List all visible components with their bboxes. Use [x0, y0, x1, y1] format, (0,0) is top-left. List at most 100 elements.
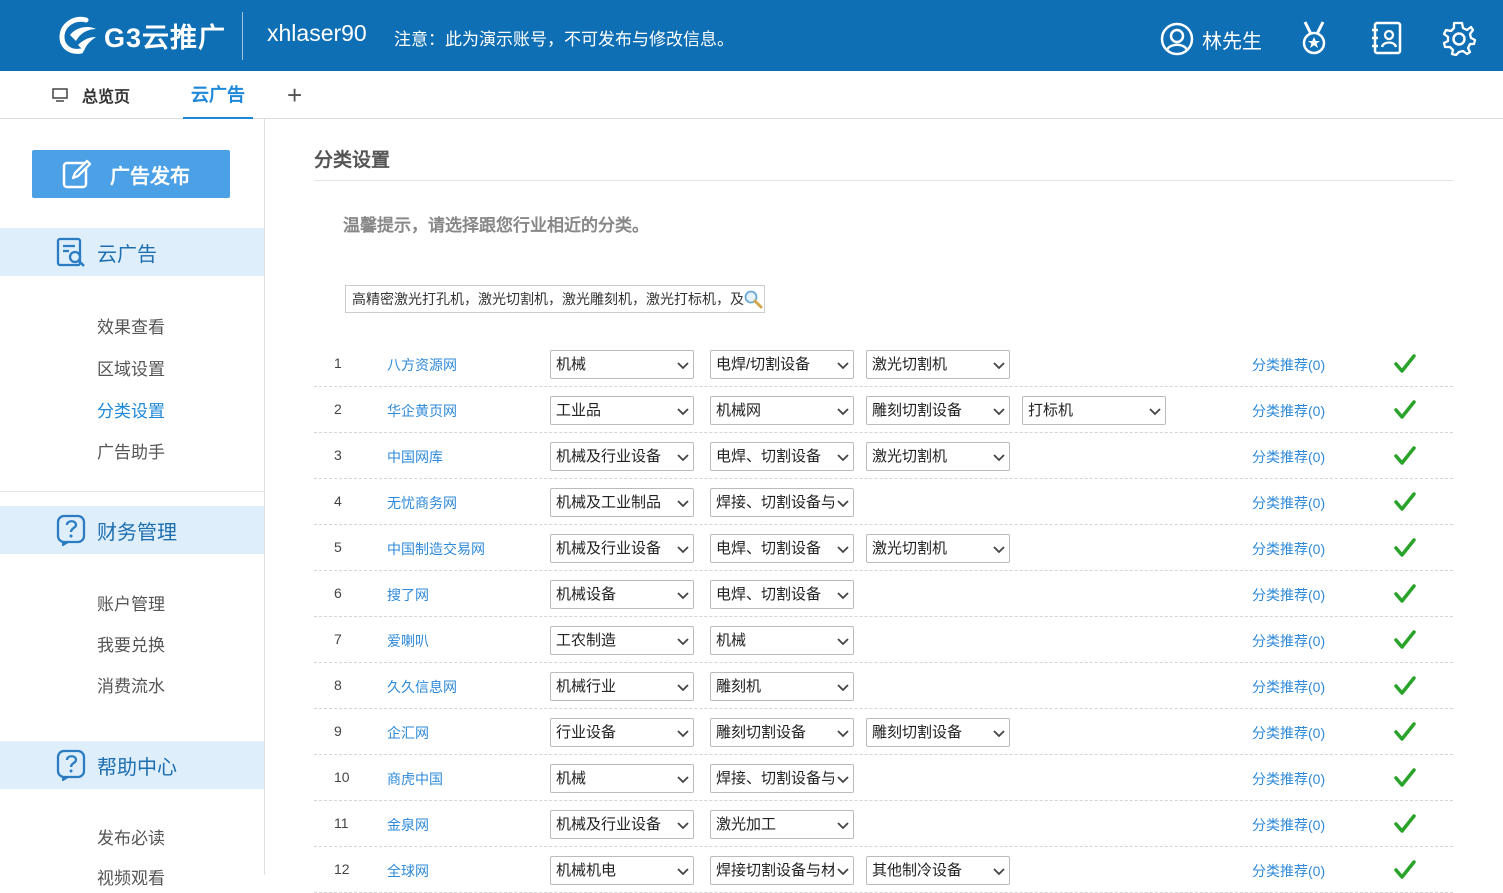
tab-cloud-ad[interactable]: 云广告	[183, 71, 253, 119]
publish-ad-label: 广告发布	[110, 165, 190, 188]
site-link[interactable]: 爱喇叭	[387, 631, 429, 651]
category-select[interactable]: 机械网	[710, 396, 854, 425]
category-recommend-link[interactable]: 分类推荐(0)	[1252, 769, 1325, 789]
category-select[interactable]: 机械及行业设备	[550, 442, 694, 471]
category-select[interactable]: 雕刻机	[710, 672, 854, 701]
category-select[interactable]: 机械	[710, 626, 854, 655]
site-link[interactable]: 无忧商务网	[387, 493, 457, 513]
add-tab-button[interactable]: +	[287, 71, 302, 119]
search-icon[interactable]	[743, 289, 763, 309]
category-select[interactable]: 机械行业	[550, 672, 694, 701]
chevron-down-icon	[837, 408, 849, 416]
publish-ad-button[interactable]: 广告发布	[32, 150, 230, 198]
category-select[interactable]: 工农制造	[550, 626, 694, 655]
category-select[interactable]: 雕刻切割设备	[710, 718, 854, 747]
category-recommend-link[interactable]: 分类推荐(0)	[1252, 677, 1325, 697]
category-select[interactable]: 焊接切割设备与材	[710, 856, 854, 885]
category-recommend-link[interactable]: 分类推荐(0)	[1252, 447, 1325, 467]
category-recommend-link[interactable]: 分类推荐(0)	[1252, 861, 1325, 881]
site-link[interactable]: 中国网库	[387, 447, 443, 467]
category-recommend-link[interactable]: 分类推荐(0)	[1252, 539, 1325, 559]
category-recommend-link[interactable]: 分类推荐(0)	[1252, 723, 1325, 743]
contacts-icon[interactable]	[1370, 20, 1404, 56]
category-select[interactable]: 雕刻切割设备	[866, 396, 1010, 425]
sidebar-item-video[interactable]: 视频观看	[97, 864, 165, 889]
category-select[interactable]: 机械机电	[550, 856, 694, 885]
category-select[interactable]: 机械设备	[550, 580, 694, 609]
chevron-down-icon	[677, 408, 689, 416]
sidebar-item-guide[interactable]: 发布必读	[97, 824, 165, 849]
category-select-value: 机械机电	[556, 862, 617, 879]
category-select-value: 焊接切割设备与材	[716, 862, 834, 879]
check-icon	[1394, 446, 1416, 465]
category-select[interactable]: 激光加工	[710, 810, 854, 839]
sidebar-item-assistant[interactable]: 广告助手	[97, 438, 165, 463]
category-select[interactable]: 电焊、切割设备	[710, 534, 854, 563]
sidebar-item-category[interactable]: 分类设置	[97, 397, 165, 422]
top-bar: G3云推广 xhlaser90 注意：此为演示账号，不可发布与修改信息。 林先生	[0, 0, 1503, 71]
table-row: 2 华企黄页网 工业品 机械网 雕刻切割设备 打标机 分类推荐(0)	[314, 387, 1453, 433]
sidebar-item-region[interactable]: 区域设置	[97, 355, 165, 380]
section-finance[interactable]: 财务管理	[0, 506, 264, 554]
category-recommend-link[interactable]: 分类推荐(0)	[1252, 585, 1325, 605]
category-recommend-link[interactable]: 分类推荐(0)	[1252, 493, 1325, 513]
site-link[interactable]: 搜了网	[387, 585, 429, 605]
chevron-down-icon	[837, 822, 849, 830]
category-select[interactable]: 机械及工业制品	[550, 488, 694, 517]
section-cloud-ad[interactable]: 云广告	[0, 228, 264, 276]
category-select[interactable]: 焊接、切割设备与	[710, 488, 854, 517]
logo[interactable]: G3云推广	[56, 14, 226, 56]
keyword-input[interactable]: 高精密激光打孔机，激光切割机，激光雕刻机，激光打标机，及	[345, 285, 765, 313]
category-recommend-link[interactable]: 分类推荐(0)	[1252, 631, 1325, 651]
site-link[interactable]: 金泉网	[387, 815, 429, 835]
category-recommend-link[interactable]: 分类推荐(0)	[1252, 355, 1325, 375]
tab-bar: 总览页 云广告 +	[0, 71, 1503, 119]
site-link[interactable]: 八方资源网	[387, 355, 457, 375]
category-select[interactable]: 其他制冷设备	[866, 856, 1010, 885]
section-help[interactable]: 帮助中心	[0, 741, 264, 789]
chevron-down-icon	[837, 454, 849, 462]
category-select[interactable]: 激光切割机	[866, 534, 1010, 563]
category-select[interactable]: 激光切割机	[866, 442, 1010, 471]
sidebar-item-billing[interactable]: 消费流水	[97, 672, 165, 697]
category-select[interactable]: 焊接、切割设备与	[710, 764, 854, 793]
gear-icon[interactable]	[1442, 20, 1476, 56]
category-recommend-link[interactable]: 分类推荐(0)	[1252, 815, 1325, 835]
category-select-value: 雕刻机	[716, 678, 762, 695]
check-icon	[1394, 768, 1416, 787]
category-select[interactable]: 电焊、切割设备	[710, 442, 854, 471]
check-icon	[1394, 538, 1416, 557]
sidebar-item-exchange[interactable]: 我要兑换	[97, 631, 165, 656]
category-select[interactable]: 机械	[550, 350, 694, 379]
chevron-down-icon	[837, 500, 849, 508]
category-select[interactable]: 电焊/切割设备	[710, 350, 854, 379]
category-recommend-link[interactable]: 分类推荐(0)	[1252, 401, 1325, 421]
medal-icon[interactable]	[1297, 20, 1331, 56]
category-select[interactable]: 机械及行业设备	[550, 810, 694, 839]
site-link[interactable]: 华企黄页网	[387, 401, 457, 421]
sidebar-item-account[interactable]: 账户管理	[97, 590, 165, 615]
check-icon	[1394, 630, 1416, 649]
user-menu[interactable]: 林先生	[1160, 22, 1262, 56]
category-select[interactable]: 激光切割机	[866, 350, 1010, 379]
category-select[interactable]: 工业品	[550, 396, 694, 425]
sidebar-item-effect[interactable]: 效果查看	[97, 313, 165, 338]
site-link[interactable]: 企汇网	[387, 723, 429, 743]
site-link[interactable]: 商虎中国	[387, 769, 443, 789]
category-select[interactable]: 行业设备	[550, 718, 694, 747]
chevron-down-icon	[837, 638, 849, 646]
site-link[interactable]: 久久信息网	[387, 677, 457, 697]
site-link[interactable]: 中国制造交易网	[387, 539, 485, 559]
category-select[interactable]: 打标机	[1022, 396, 1166, 425]
table-row: 10 商虎中国 机械 焊接、切割设备与 分类推荐(0)	[314, 755, 1453, 801]
category-select[interactable]: 机械及行业设备	[550, 534, 694, 563]
site-link[interactable]: 全球网	[387, 861, 429, 881]
category-select[interactable]: 电焊、切割设备	[710, 580, 854, 609]
check-icon	[1394, 722, 1416, 741]
category-select[interactable]: 雕刻切割设备	[866, 718, 1010, 747]
logo-icon	[59, 16, 96, 54]
category-select[interactable]: 机械	[550, 764, 694, 793]
demo-notice: 注意：此为演示账号，不可发布与修改信息。	[394, 30, 734, 49]
category-select-value: 激光切割机	[872, 448, 948, 465]
tab-overview[interactable]: 总览页	[52, 71, 130, 119]
